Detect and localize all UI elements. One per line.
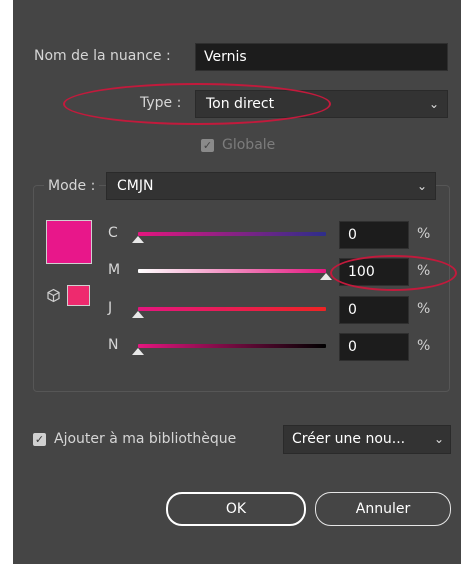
percent-unit: % <box>417 263 431 279</box>
mode-value: CMJN <box>117 178 154 194</box>
chevron-down-icon: ⌄ <box>428 97 439 111</box>
channel-slider-track[interactable] <box>138 269 326 273</box>
channel-label: N <box>108 337 119 353</box>
slider-thumb[interactable] <box>132 348 144 355</box>
chevron-down-icon: ⌄ <box>433 432 444 446</box>
channel-slider-track[interactable] <box>138 232 326 236</box>
gamut-warning-swatch[interactable] <box>67 285 90 306</box>
channel-value-field[interactable]: 0 <box>339 296 409 324</box>
global-checkbox[interactable]: ✓ <box>201 139 214 152</box>
cancel-button[interactable]: Annuler <box>315 492 451 526</box>
add-to-library-label: Ajouter à ma bibliothèque <box>54 431 237 447</box>
library-dropdown[interactable]: Créer une nou... ⌄ <box>283 425 451 454</box>
percent-unit: % <box>417 338 431 354</box>
percent-unit: % <box>417 226 431 242</box>
channel-label: M <box>108 262 121 278</box>
mode-label: Mode : <box>44 178 100 194</box>
slider-thumb[interactable] <box>132 311 144 318</box>
channel-label: J <box>108 300 113 316</box>
percent-unit: % <box>417 301 431 317</box>
channel-slider-track[interactable] <box>138 307 326 311</box>
cube-icon[interactable] <box>46 288 61 303</box>
swatch-name-field[interactable]: Vernis <box>195 43 448 71</box>
global-label: Globale <box>222 137 276 153</box>
add-to-library-checkbox[interactable]: ✓ <box>33 433 46 446</box>
ok-button[interactable]: OK <box>166 492 306 526</box>
channel-value-field[interactable]: 0 <box>339 221 409 249</box>
slider-thumb[interactable] <box>132 236 144 243</box>
channel-label: C <box>108 225 118 241</box>
type-dropdown[interactable]: Ton direct ⌄ <box>195 90 448 118</box>
type-label: Type : <box>140 95 182 111</box>
swatch-name-label: Nom de la nuance : <box>34 48 171 64</box>
channel-value-field[interactable]: 100 <box>339 258 409 286</box>
library-value: Créer une nou... <box>292 431 406 447</box>
color-preview <box>46 220 92 264</box>
mode-dropdown[interactable]: CMJN ⌄ <box>106 172 436 200</box>
channel-value-field[interactable]: 0 <box>339 333 409 361</box>
type-value: Ton direct <box>206 96 275 112</box>
chevron-down-icon: ⌄ <box>416 179 427 193</box>
channel-slider-track[interactable] <box>138 344 326 348</box>
new-swatch-dialog: Nom de la nuance : Vernis Type : Ton dir… <box>13 0 461 564</box>
slider-thumb[interactable] <box>320 273 332 280</box>
